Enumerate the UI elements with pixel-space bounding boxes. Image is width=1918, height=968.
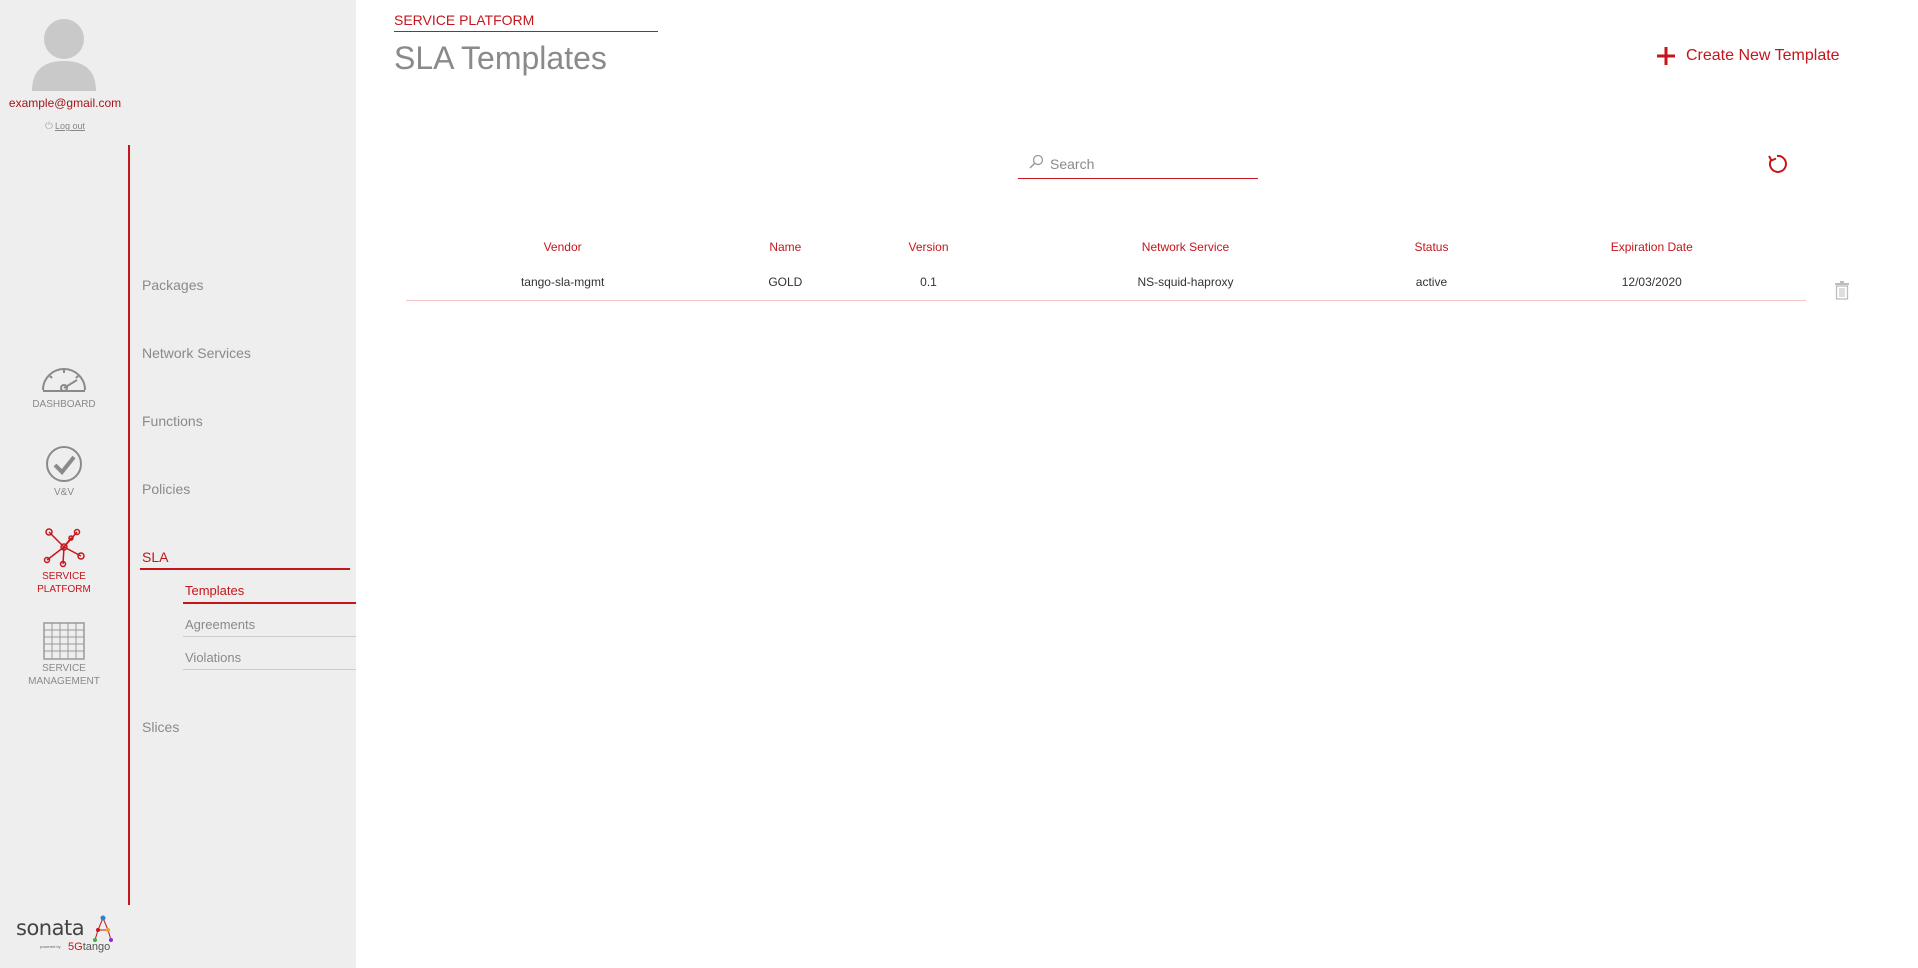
- user-email: example@gmail.com: [8, 96, 122, 110]
- templates-table: Vendor Name Version Network Service Stat…: [406, 230, 1806, 301]
- section-nav: Packages Network Services Functions Poli…: [130, 0, 356, 968]
- icon-rail: example@gmail.com ⏻ Log out DASHBOARD V&V: [0, 0, 130, 968]
- column-header-version[interactable]: Version: [851, 230, 1005, 264]
- cell-network-service: NS-squid-haproxy: [1005, 264, 1366, 301]
- column-header-status[interactable]: Status: [1365, 230, 1497, 264]
- network-icon: [43, 528, 85, 568]
- create-template-label: Create New Template: [1686, 47, 1840, 64]
- cell-vendor: tango-sla-mgmt: [406, 264, 720, 301]
- cell-version: 0.1: [851, 264, 1006, 301]
- logo-mark-icon: [93, 915, 113, 942]
- nav-item-slices[interactable]: Slices: [142, 719, 179, 735]
- column-header-vendor[interactable]: Vendor: [406, 230, 719, 264]
- sub-item-underline: [183, 602, 356, 604]
- logo-powered: powered by: [40, 944, 61, 949]
- rail-item-service-platform[interactable]: SERVICE PLATFORM: [0, 526, 128, 596]
- section-kicker: SERVICE PLATFORM: [394, 12, 535, 28]
- search-input[interactable]: [1048, 152, 1252, 176]
- nav-item-network-services[interactable]: Network Services: [142, 345, 251, 361]
- rail-item-service-management[interactable]: SERVICE MANAGEMENT: [0, 622, 128, 688]
- table-header-row: Vendor Name Version Network Service Stat…: [406, 230, 1806, 264]
- search-box: [1018, 152, 1258, 179]
- nav-item-functions[interactable]: Functions: [142, 413, 203, 429]
- logo-5g: 5G: [68, 941, 83, 953]
- table-row[interactable]: tango-sla-mgmt GOLD 0.1 NS-squid-haproxy…: [406, 264, 1806, 301]
- sub-item-underline: [183, 669, 356, 670]
- cell-name: GOLD: [719, 264, 852, 301]
- page-title: SLA Templates: [394, 40, 607, 76]
- nav-item-packages[interactable]: Packages: [142, 277, 203, 293]
- logout-label: Log out: [54, 121, 85, 131]
- rail-label: SERVICE PLATFORM: [37, 571, 91, 595]
- main-content: SERVICE PLATFORM SLA Templates Create Ne…: [356, 0, 1918, 968]
- rail-item-vv[interactable]: V&V: [0, 444, 128, 499]
- search-icon: [1029, 154, 1044, 169]
- column-header-name[interactable]: Name: [719, 230, 851, 264]
- rail-label: DASHBOARD: [32, 399, 96, 410]
- grid-icon: [43, 622, 85, 660]
- rail-label: SERVICE MANAGEMENT: [28, 663, 100, 687]
- logo-tango: tango: [82, 941, 111, 953]
- nav-sla-underline: [140, 568, 350, 570]
- gauge-icon: [42, 368, 86, 392]
- rail-label: V&V: [53, 487, 74, 498]
- cell-status: active: [1365, 264, 1498, 301]
- sub-item-underline: [183, 636, 356, 637]
- check-circle-icon: [46, 446, 82, 482]
- logo-5gtango: 5Gtango: [68, 941, 110, 953]
- sub-item-templates[interactable]: Templates: [185, 583, 244, 598]
- sonata-logo: sonata powered by 5Gtango: [16, 912, 126, 960]
- logo-brand: sonata: [16, 916, 85, 940]
- sub-item-violations[interactable]: Violations: [185, 650, 241, 665]
- create-template-button[interactable]: Create New Template: [1656, 46, 1840, 66]
- sub-item-agreements[interactable]: Agreements: [185, 617, 255, 632]
- nav-item-sla[interactable]: SLA: [142, 549, 168, 565]
- rail-item-dashboard[interactable]: DASHBOARD: [0, 360, 128, 411]
- column-header-network-service[interactable]: Network Service: [1006, 230, 1366, 264]
- logout-link[interactable]: ⏻ Log out: [0, 121, 130, 132]
- plus-icon: [1657, 47, 1675, 65]
- refresh-icon[interactable]: [1766, 153, 1788, 175]
- trash-icon[interactable]: [1834, 280, 1850, 300]
- kicker-underline: [394, 31, 658, 32]
- cell-expiration-date: 12/03/2020: [1497, 264, 1806, 301]
- avatar: [32, 19, 96, 91]
- column-header-expiration-date[interactable]: Expiration Date: [1498, 230, 1806, 264]
- nav-item-policies[interactable]: Policies: [142, 481, 190, 497]
- power-icon: ⏻: [45, 121, 53, 132]
